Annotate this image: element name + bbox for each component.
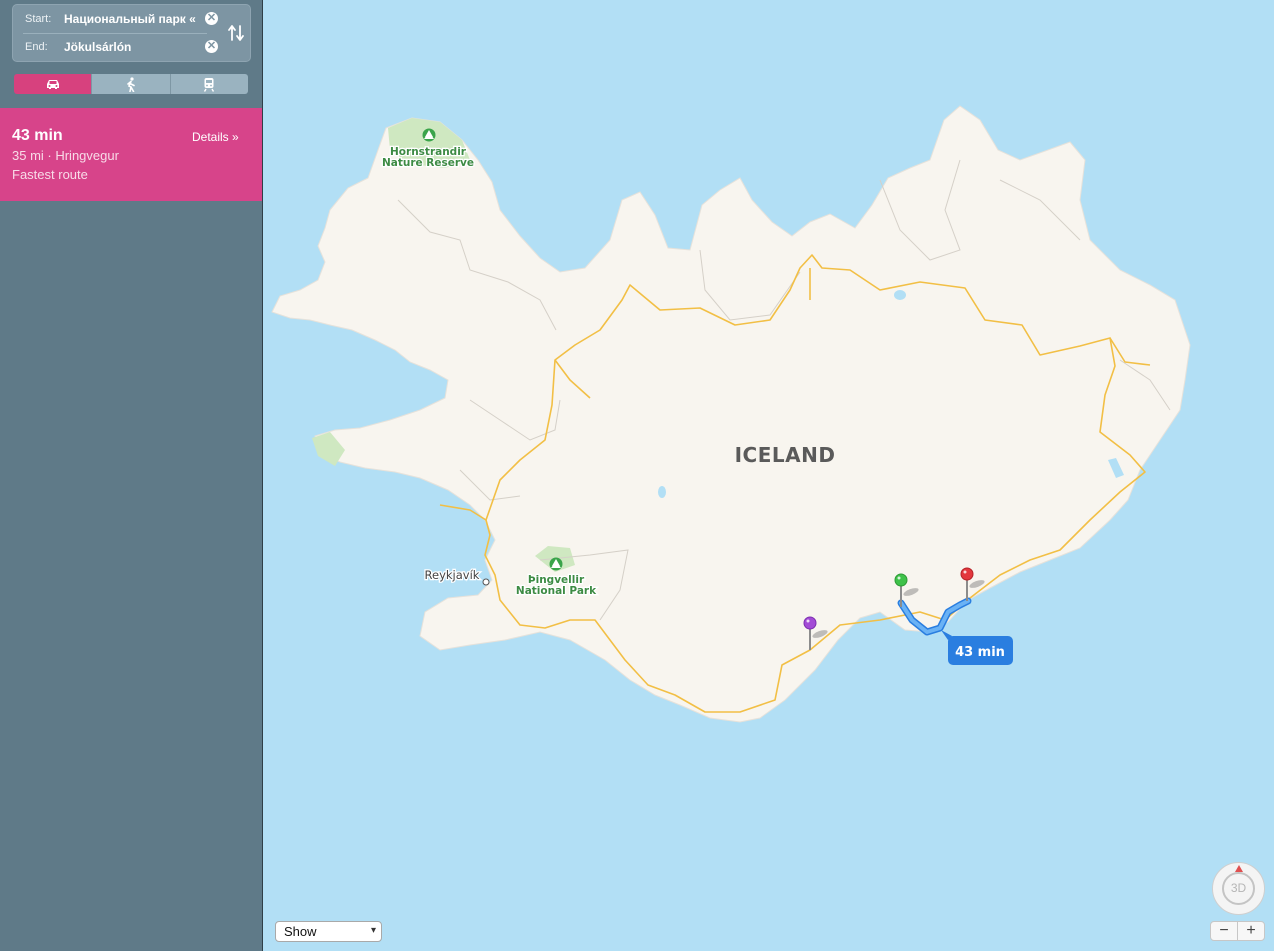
hornstrandir-label-line2: Nature Reserve — [382, 157, 474, 169]
show-dropdown[interactable]: Show ▾ — [275, 921, 382, 942]
map-canvas[interactable]: ICELAND Hornstrandir Nature Reserve Þing… — [263, 0, 1274, 951]
country-label: ICELAND — [735, 443, 836, 467]
lake-myvatn — [894, 290, 906, 300]
chevron-down-icon: ▾ — [370, 925, 376, 936]
route-distance: 35 mi · Hringvegur — [12, 148, 119, 163]
start-field[interactable]: Start: Национальный парк « ✕ — [13, 5, 223, 33]
car-icon — [46, 80, 59, 89]
show-dropdown-label: Show — [284, 924, 317, 939]
compass-3d-button[interactable]: 3D — [1212, 862, 1265, 915]
clear-start-button[interactable]: ✕ — [205, 12, 218, 25]
directions-fields: Start: Национальный парк « ✕ End: Jökuls… — [12, 4, 251, 62]
zoom-out-button[interactable]: − — [1211, 922, 1238, 940]
mode-transit-button[interactable] — [170, 74, 248, 94]
zoom-control: − + — [1210, 921, 1265, 941]
tree-icon — [422, 128, 436, 142]
walking-person-icon — [127, 76, 135, 92]
clear-end-button[interactable]: ✕ — [205, 40, 218, 53]
route-note: Fastest route — [12, 167, 88, 182]
end-input[interactable]: Jökulsárlón — [64, 40, 200, 54]
tree-icon — [549, 557, 563, 571]
route-time-badge-label: 43 min — [955, 645, 1005, 660]
reykjavik-label: Reykjavík — [425, 568, 480, 582]
mode-walking-button[interactable] — [92, 74, 171, 94]
route-details-link[interactable]: Details » — [192, 130, 239, 144]
zoom-in-button[interactable]: + — [1238, 922, 1264, 940]
end-label: End: — [25, 41, 48, 53]
train-icon — [204, 77, 215, 92]
transport-mode-selector — [14, 74, 248, 94]
thingvellir-label-line2: National Park — [516, 585, 597, 597]
swap-arrows-icon[interactable] — [227, 23, 245, 43]
route-card[interactable]: 43 min Details » 35 mi · Hringvegur Fast… — [0, 108, 262, 201]
lake-central — [658, 486, 666, 498]
end-field[interactable]: End: Jökulsárlón ✕ — [13, 33, 223, 61]
reykjavik-city-dot — [482, 578, 490, 586]
start-input[interactable]: Национальный парк « — [64, 12, 200, 26]
mode-driving-button[interactable] — [14, 74, 93, 94]
sidebar: Start: Национальный парк « ✕ End: Jökuls… — [0, 0, 263, 951]
route-time: 43 min — [12, 127, 63, 144]
start-label: Start: — [25, 13, 52, 25]
compass-3d-label: 3D — [1222, 872, 1255, 905]
north-indicator-icon — [1235, 865, 1243, 872]
